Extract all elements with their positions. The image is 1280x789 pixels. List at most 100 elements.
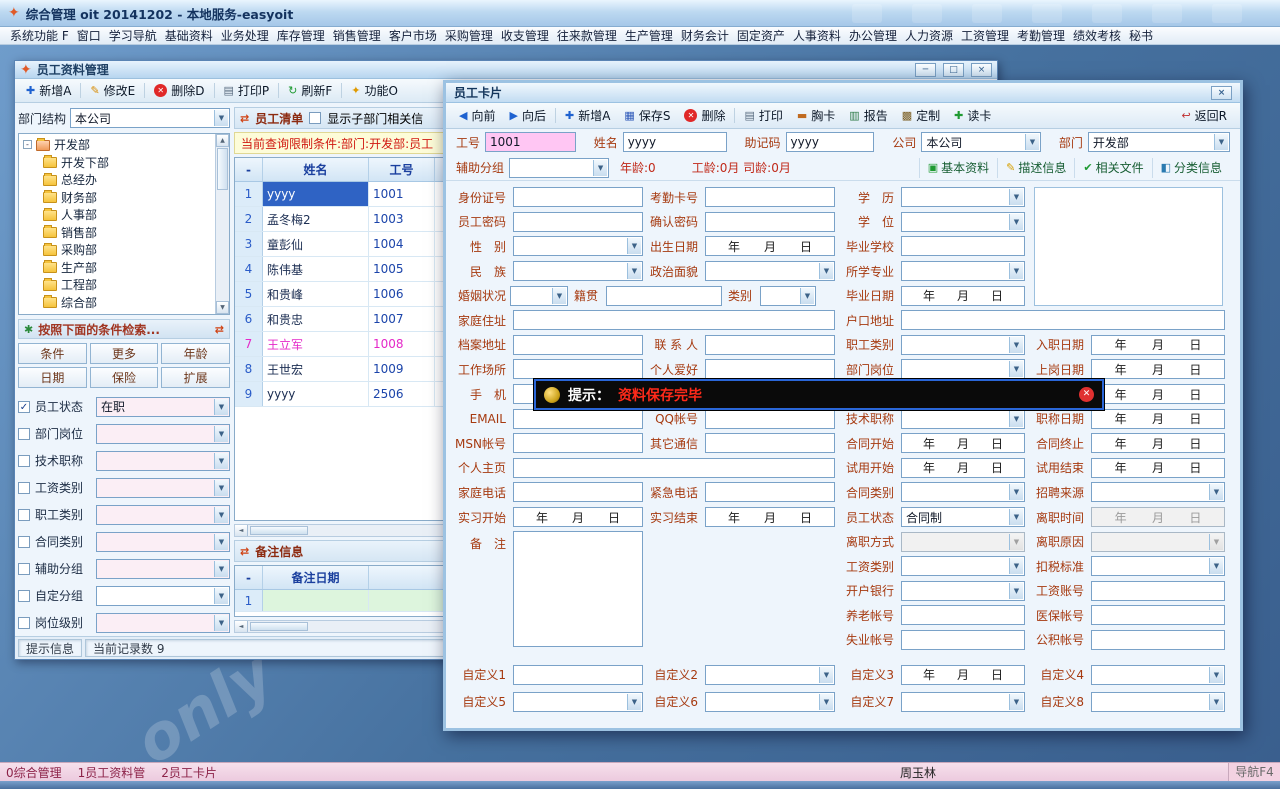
chevron-down-icon[interactable]: ▼: [214, 507, 228, 523]
chevron-down-icon[interactable]: ▼: [214, 588, 228, 604]
card-window-titlebar[interactable]: 员工卡片 ×: [446, 83, 1240, 103]
filter-combo[interactable]: ▼: [96, 559, 230, 579]
tree-item[interactable]: 开发下部: [23, 154, 213, 172]
form-input[interactable]: [901, 605, 1025, 625]
notification-close-button[interactable]: ✕: [1079, 387, 1094, 402]
column-header[interactable]: 备注日期: [263, 566, 369, 589]
toolbar-button-next[interactable]: ▶向后: [502, 105, 552, 127]
form-select[interactable]: ▼: [705, 261, 835, 281]
form-date-field[interactable]: 年月日: [1091, 359, 1225, 379]
menu-item[interactable]: 客户市场: [385, 27, 441, 45]
menu-item[interactable]: 工资管理: [957, 27, 1013, 45]
filter-button[interactable]: 日期: [18, 367, 87, 388]
toolbar-button-save[interactable]: ▦保存S: [617, 105, 677, 127]
form-select[interactable]: ▼: [705, 665, 835, 685]
form-select[interactable]: ▼: [510, 286, 568, 306]
form-input[interactable]: [513, 482, 643, 502]
form-select[interactable]: ▼: [513, 692, 643, 712]
toolbar-button-prev[interactable]: ◀向前: [452, 105, 502, 127]
form-select[interactable]: ▼: [901, 482, 1025, 502]
toolbar-button-back[interactable]: ↩返回R: [1174, 105, 1234, 127]
form-input[interactable]: [1091, 605, 1225, 625]
filter-button[interactable]: 扩展: [161, 367, 230, 388]
form-input[interactable]: [1091, 630, 1225, 650]
form-input[interactable]: [705, 335, 835, 355]
chevron-down-icon[interactable]: ▼: [214, 110, 228, 126]
tree-item[interactable]: 总经办: [23, 171, 213, 189]
menu-item[interactable]: 基础资料: [161, 27, 217, 45]
tree-item[interactable]: 综合部: [23, 294, 213, 312]
toolbar-button-badge[interactable]: ▬胸卡: [790, 105, 842, 127]
dept-select[interactable]: 开发部 ▼: [1088, 132, 1230, 152]
scroll-thumb[interactable]: [217, 148, 228, 190]
toolbar-button-refresh[interactable]: ↻刷新F: [281, 80, 339, 102]
form-input[interactable]: [705, 359, 835, 379]
chevron-down-icon[interactable]: ▼: [214, 399, 228, 415]
form-date-field[interactable]: 年月日: [1091, 409, 1225, 429]
form-date-field[interactable]: 年月日: [901, 433, 1025, 453]
tab-files[interactable]: ✔相关文件: [1074, 158, 1151, 178]
chevron-down-icon[interactable]: ▼: [1214, 134, 1228, 150]
form-input[interactable]: [513, 212, 643, 232]
toolbar-button-delete[interactable]: ✕删除: [677, 105, 732, 127]
form-select[interactable]: ▼: [901, 212, 1025, 232]
chevron-down-icon[interactable]: ▼: [214, 534, 228, 550]
filter-combo[interactable]: ▼: [96, 613, 230, 633]
tree-item[interactable]: 销售部: [23, 224, 213, 242]
chevron-down-icon[interactable]: ▼: [214, 615, 228, 631]
form-select[interactable]: ▼: [901, 692, 1025, 712]
form-date-field[interactable]: 年月日: [901, 665, 1025, 685]
menu-item[interactable]: 财务会计: [677, 27, 733, 45]
column-header[interactable]: -: [235, 566, 263, 589]
checkbox[interactable]: [18, 617, 30, 629]
menu-item[interactable]: 收支管理: [497, 27, 553, 45]
close-icon[interactable]: ×: [1211, 86, 1232, 100]
form-select[interactable]: ▼: [760, 286, 816, 306]
form-input[interactable]: [513, 665, 643, 685]
toolbar-button-print[interactable]: ▤打印: [737, 105, 789, 127]
chevron-down-icon[interactable]: ▼: [593, 160, 607, 176]
tree-item[interactable]: 人事部: [23, 206, 213, 224]
form-select[interactable]: ▼: [901, 359, 1025, 379]
form-date-field[interactable]: 年月日: [705, 236, 835, 256]
form-input[interactable]: [1091, 581, 1225, 601]
tree-item[interactable]: 财务部: [23, 189, 213, 207]
toolbar-button-edit[interactable]: ✎修改E: [83, 80, 142, 102]
filter-combo[interactable]: ▼: [96, 505, 230, 525]
form-date-field[interactable]: 年月日: [1091, 433, 1225, 453]
menu-item[interactable]: 绩效考核: [1069, 27, 1125, 45]
filter-button[interactable]: 保险: [90, 367, 159, 388]
chevron-down-icon[interactable]: ▼: [214, 561, 228, 577]
column-header[interactable]: -: [235, 158, 263, 181]
app-titlebar[interactable]: 综合管理 oit 20141202 - 本地服务-easyoit: [0, 0, 1280, 27]
menu-item[interactable]: 库存管理: [273, 27, 329, 45]
toolbar-button-report[interactable]: ▥报告: [842, 105, 894, 127]
tree-item[interactable]: 工程部: [23, 276, 213, 294]
minimize-icon[interactable]: ─: [915, 63, 936, 77]
form-input[interactable]: [901, 310, 1225, 330]
menu-item[interactable]: 学习导航: [105, 27, 161, 45]
checkbox[interactable]: [18, 455, 30, 467]
scroll-thumb[interactable]: [250, 526, 308, 535]
form-input[interactable]: [901, 236, 1025, 256]
menu-item[interactable]: 系统功能 F: [6, 27, 73, 45]
form-input[interactable]: [513, 458, 835, 478]
form-select[interactable]: ▼: [901, 556, 1025, 576]
tab-basic[interactable]: ▣基本资料: [919, 158, 997, 178]
toolbar-button-print[interactable]: ▤打印P: [217, 80, 277, 102]
menu-item[interactable]: 秘书: [1125, 27, 1157, 45]
form-input[interactable]: [705, 212, 835, 232]
form-select[interactable]: ▼: [705, 692, 835, 712]
form-select[interactable]: ▼: [1091, 556, 1225, 576]
form-input[interactable]: [705, 409, 835, 429]
tree-item[interactable]: 采购部: [23, 241, 213, 259]
scroll-up-arrow[interactable]: ▲: [216, 134, 229, 147]
checkbox[interactable]: ✓: [18, 401, 30, 413]
menu-item[interactable]: 固定资产: [733, 27, 789, 45]
form-input[interactable]: [513, 335, 643, 355]
form-input[interactable]: [513, 409, 643, 429]
form-date-field[interactable]: 年月日: [705, 507, 835, 527]
form-input[interactable]: [606, 286, 722, 306]
menu-item[interactable]: 生产管理: [621, 27, 677, 45]
form-input[interactable]: [705, 433, 835, 453]
